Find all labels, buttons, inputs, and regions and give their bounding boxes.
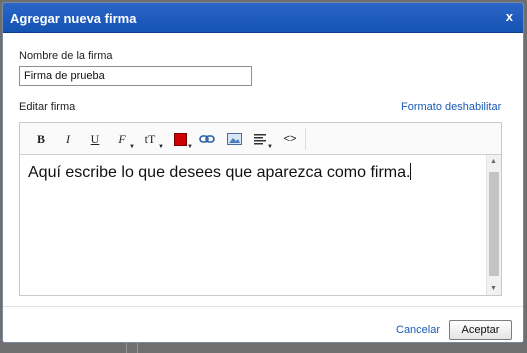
- cancel-button[interactable]: Cancelar: [396, 324, 440, 336]
- dialog-footer: Cancelar Aceptar: [3, 306, 523, 342]
- dropdown-caret-icon: ▼: [129, 144, 135, 150]
- bold-button[interactable]: B: [34, 131, 48, 147]
- text-cursor: [410, 163, 412, 180]
- font-size-icon: tT: [144, 131, 156, 146]
- dialog-title: Agregar nueva firma: [10, 11, 137, 26]
- font-family-button[interactable]: F ▼: [114, 131, 135, 151]
- signature-content-area[interactable]: Aquí escribe lo que desees que aparezca …: [20, 155, 486, 295]
- dropdown-caret-icon: ▼: [187, 144, 193, 150]
- insert-link-button[interactable]: [198, 131, 216, 147]
- italic-button[interactable]: I: [61, 131, 75, 147]
- text-color-button[interactable]: ▼: [172, 131, 193, 150]
- disable-formatting-link[interactable]: Formato deshabilitar: [401, 101, 501, 113]
- font-family-icon: F: [118, 131, 126, 146]
- font-size-button[interactable]: tT ▼: [141, 131, 164, 151]
- dropdown-caret-icon: ▼: [158, 144, 164, 150]
- add-signature-dialog: Agregar nueva firma x Nombre de la firma…: [2, 2, 524, 343]
- align-button[interactable]: ▼: [252, 131, 273, 150]
- signature-content-text: Aquí escribe lo que desees que aparezca …: [28, 164, 411, 181]
- link-icon: [199, 135, 215, 143]
- dialog-titlebar: Agregar nueva firma x: [3, 3, 523, 33]
- scroll-up-arrow-icon[interactable]: ▲: [490, 158, 497, 165]
- close-button[interactable]: x: [506, 9, 513, 24]
- scroll-down-arrow-icon[interactable]: ▼: [490, 285, 497, 292]
- align-left-icon: [254, 133, 266, 144]
- accept-button[interactable]: Aceptar: [449, 320, 512, 340]
- scrollbar-thumb[interactable]: [489, 172, 499, 276]
- toolbar-separator: [305, 128, 306, 150]
- editor-scrollbar[interactable]: ▲ ▼: [486, 155, 501, 295]
- signature-editor: B I U F ▼ tT ▼ ▼ ▼ <> Aquí escribe lo qu…: [19, 122, 502, 296]
- edit-signature-label: Editar firma: [19, 101, 76, 113]
- text-color-icon: [173, 132, 187, 146]
- dropdown-caret-icon: ▼: [267, 144, 273, 150]
- backdrop-divider: [126, 343, 127, 353]
- source-code-button[interactable]: <>: [282, 131, 298, 147]
- signature-name-input[interactable]: [19, 66, 252, 86]
- underline-button[interactable]: U: [88, 131, 102, 147]
- backdrop-divider: [137, 343, 138, 353]
- image-icon: [226, 133, 242, 145]
- editor-toolbar: B I U F ▼ tT ▼ ▼ ▼ <>: [20, 123, 501, 155]
- signature-name-label: Nombre de la firma: [19, 50, 113, 62]
- insert-image-button[interactable]: [225, 131, 243, 147]
